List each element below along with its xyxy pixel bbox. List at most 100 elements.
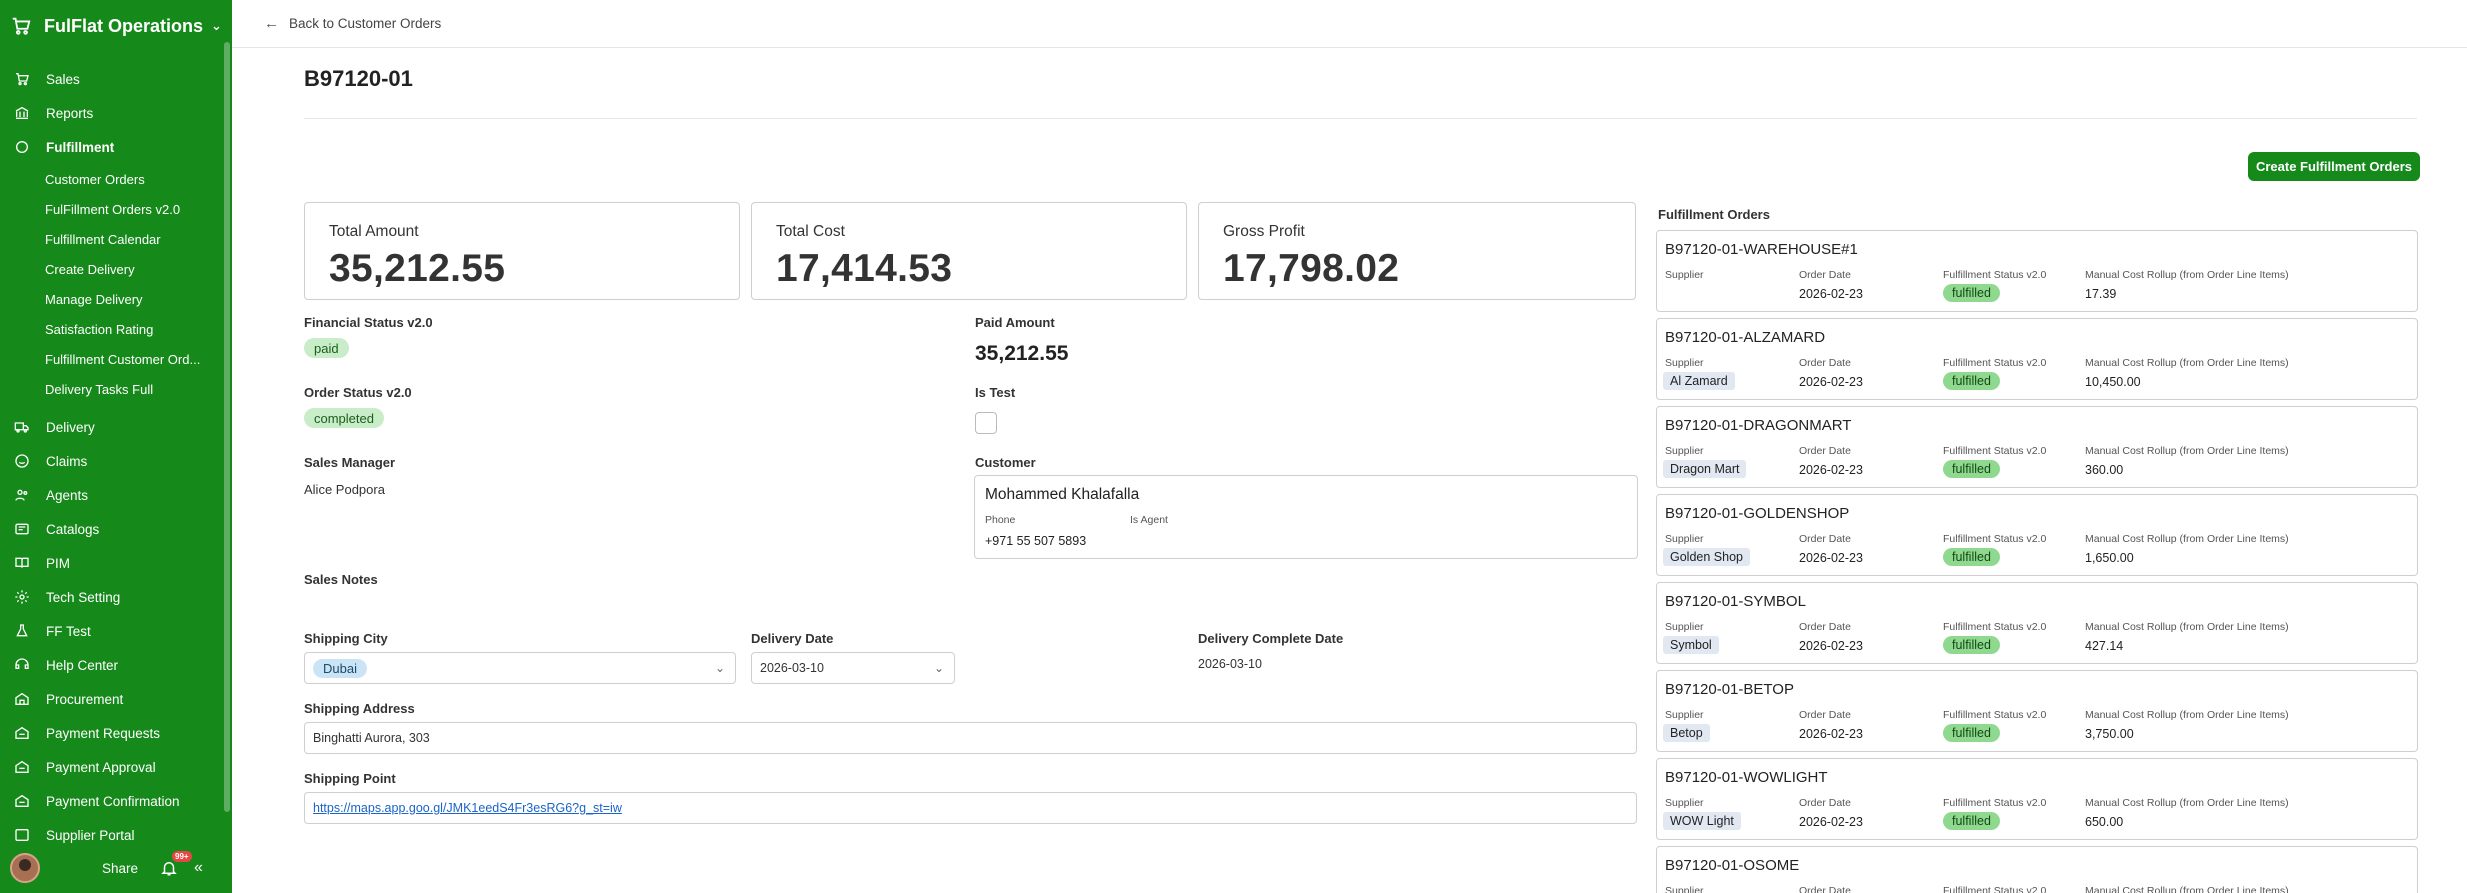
fulfillment-col-label: Manual Cost Rollup (from Order Line Item… [2085, 621, 2289, 633]
manual-cost-value: 650.00 [2085, 815, 2124, 829]
sidebar-item-label: Delivery [46, 419, 95, 435]
fulfillment-col-label: Order Date [1799, 269, 1851, 281]
sidebar-item-label: Help Center [46, 657, 119, 673]
manual-cost-value: 3,750.00 [2085, 727, 2134, 741]
shipping-city-select[interactable]: Dubai ⌄ [304, 652, 736, 684]
sidebar-item-label: Sales [46, 71, 80, 87]
fulfillment-order-card[interactable]: B97120-01-OSOME Supplier Order Date Fulfill… [1656, 846, 2418, 893]
fulfillment-col-label: Manual Cost Rollup (from Order Line Item… [2085, 269, 2289, 281]
notification-badge: 99+ [172, 851, 192, 862]
circle-icon [13, 138, 31, 156]
smile-icon [13, 452, 31, 470]
fulfillment-order-card[interactable]: B97120-01-ALZAMARD Supplier Order Date Fulf… [1656, 318, 2418, 400]
shipping-address-field[interactable]: Binghatti Aurora, 303 [304, 722, 1637, 754]
flask-icon [13, 622, 31, 640]
order-date-value: 2026-02-23 [1799, 375, 1863, 389]
delivery-date-select[interactable]: 2026-03-10 ⌄ [751, 652, 955, 684]
fulfillment-order-card[interactable]: B97120-01-DRAGONMART Supplier Order Date Fu… [1656, 406, 2418, 488]
sidebar-item-procurement[interactable]: Procurement [0, 682, 224, 716]
sidebar-item-delivery[interactable]: Delivery [0, 410, 224, 444]
sidebar-footer: Share 99+ « [0, 843, 232, 893]
paid-amount-label: Paid Amount [975, 315, 1055, 330]
sidebar-item-claims[interactable]: Claims [0, 444, 224, 478]
sidebar-item-ff-test[interactable]: FF Test [0, 614, 224, 648]
order-date-value: 2026-02-23 [1799, 815, 1863, 829]
fulfillment-col-label: Fulfillment Status v2.0 [1943, 797, 2047, 809]
sidebar-item-payment-confirmation[interactable]: Payment Confirmation [0, 784, 224, 818]
sidebar-subitem-satisfaction-rating[interactable]: Satisfaction Rating [0, 314, 224, 344]
sidebar-item-tech-setting[interactable]: Tech Setting [0, 580, 224, 614]
fulfillment-order-card[interactable]: B97120-01-WOWLIGHT Supplier Order Date Fulf… [1656, 758, 2418, 840]
sidebar-subitem-fulfillment-calendar[interactable]: Fulfillment Calendar [0, 224, 224, 254]
order-status-label: Order Status v2.0 [304, 385, 412, 400]
truck-icon [13, 418, 31, 436]
divider [304, 118, 2417, 119]
fulfillment-status-badge: fulfilled [1943, 636, 2000, 654]
sidebar-subitem-fulfillment-orders-v2-0[interactable]: FulFillment Orders v2.0 [0, 194, 224, 224]
arrow-left-icon[interactable]: ← [264, 15, 279, 32]
fulfillment-order-card[interactable]: B97120-01-GOLDENSHOP Supplier Order Date Fu… [1656, 494, 2418, 576]
fulfillment-order-name: B97120-01-ALZAMARD [1665, 329, 1826, 346]
payment-icon [13, 792, 31, 810]
back-link[interactable]: Back to Customer Orders [289, 16, 441, 31]
fulfillment-col-label: Order Date [1799, 709, 1851, 721]
sidebar-scrollbar[interactable] [224, 42, 230, 812]
fulfillment-col-label: Supplier [1665, 269, 1704, 281]
fulfillment-col-label: Order Date [1799, 797, 1851, 809]
chevron-down-icon: ⌄ [933, 661, 944, 675]
fulfillment-status-badge: fulfilled [1943, 284, 2000, 302]
order-date-value: 2026-02-23 [1799, 287, 1863, 301]
share-button[interactable]: Share [102, 861, 138, 876]
sidebar-item-catalogs[interactable]: Catalogs [0, 512, 224, 546]
bell-icon[interactable]: 99+ [160, 851, 192, 877]
fulfillment-col-label: Order Date [1799, 885, 1851, 893]
workspace-name: FulFlat Operations [44, 15, 204, 36]
fulfillment-col-label: Fulfillment Status v2.0 [1943, 269, 2047, 281]
fulfillment-order-name: B97120-01-WOWLIGHT [1665, 769, 1828, 786]
sidebar-item-label: Fulfillment [46, 139, 115, 155]
fulfillment-status-badge: fulfilled [1943, 724, 2000, 742]
shipping-point-link[interactable]: https://maps.app.goo.gl/JMK1eedS4Fr3esRG… [313, 801, 622, 815]
collapse-sidebar-icon[interactable]: « [194, 859, 203, 877]
workspace-switcher[interactable]: FulFlat Operations ⌄ [10, 12, 222, 40]
shipping-address-value: Binghatti Aurora, 303 [313, 731, 430, 745]
people-icon [13, 486, 31, 504]
fulfillment-order-card[interactable]: B97120-01-WAREHOUSE#1 Supplier Order Date F… [1656, 230, 2418, 312]
fulfillment-col-label: Supplier [1665, 357, 1704, 369]
sales-manager-value: Alice Podpora [304, 482, 385, 497]
kpi-total-amount: Total Amount 35,212.55 [304, 202, 740, 300]
sidebar-item-pim[interactable]: PIM [0, 546, 224, 580]
procurement-icon [13, 690, 31, 708]
sidebar-item-payment-requests[interactable]: Payment Requests [0, 716, 224, 750]
fulfillment-order-card[interactable]: B97120-01-BETOP Supplier Order Date Fulfill… [1656, 670, 2418, 752]
sidebar-item-help-center[interactable]: Help Center [0, 648, 224, 682]
delivery-date-label: Delivery Date [751, 631, 834, 646]
sidebar-item-agents[interactable]: Agents [0, 478, 224, 512]
customer-card[interactable]: Mohammed Khalafalla Phone Is Agent +971 … [974, 475, 1638, 559]
sidebar-subitem-fulfillment-customer-ord[interactable]: Fulfillment Customer Ord... [0, 344, 224, 374]
supplier-tag: Golden Shop [1663, 548, 1750, 566]
catalog-icon [13, 520, 31, 538]
manual-cost-value: 427.14 [2085, 639, 2124, 653]
sidebar-item-reports[interactable]: Reports [0, 96, 224, 130]
sidebar-item-label: PIM [46, 555, 71, 571]
sidebar-subitem-customer-orders[interactable]: Customer Orders [0, 164, 224, 194]
fulfillment-status-badge: fulfilled [1943, 548, 2000, 566]
create-fulfillment-orders-button[interactable]: Create Fulfillment Orders [2248, 152, 2420, 181]
fulfillment-status-badge: fulfilled [1943, 372, 2000, 390]
sidebar-item-sales[interactable]: Sales [0, 62, 224, 96]
sidebar-item-label: FF Test [46, 623, 91, 639]
avatar[interactable] [10, 853, 40, 883]
fulfillment-order-card[interactable]: B97120-01-SYMBOL Supplier Order Date Fulfil… [1656, 582, 2418, 664]
payment-icon [13, 724, 31, 742]
shipping-point-field[interactable]: https://maps.app.goo.gl/JMK1eedS4Fr3esRG… [304, 792, 1637, 824]
gear-icon [13, 588, 31, 606]
sidebar-item-payment-approval[interactable]: Payment Approval [0, 750, 224, 784]
sidebar-item-fulfillment[interactable]: Fulfillment [0, 130, 224, 164]
sidebar-subitem-create-delivery[interactable]: Create Delivery [0, 254, 224, 284]
sidebar-subitem-delivery-tasks-full[interactable]: Delivery Tasks Full [0, 374, 224, 404]
is-test-checkbox[interactable] [975, 412, 997, 434]
kpi-value: 17,414.53 [776, 247, 953, 290]
fulfillment-col-label: Manual Cost Rollup (from Order Line Item… [2085, 445, 2289, 457]
sidebar-subitem-manage-delivery[interactable]: Manage Delivery [0, 284, 224, 314]
